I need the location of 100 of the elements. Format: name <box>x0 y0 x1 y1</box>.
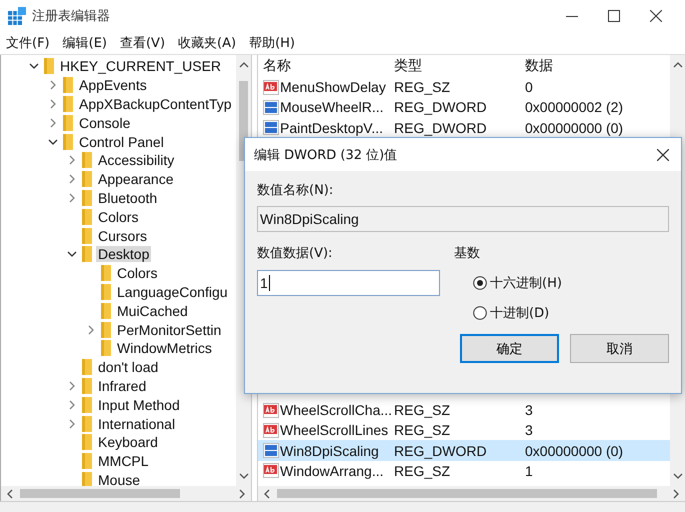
scroll-up-icon[interactable] <box>672 61 682 69</box>
folder-icon <box>101 284 111 300</box>
folder-icon <box>101 322 111 338</box>
cancel-button[interactable]: 取消 <box>570 334 669 363</box>
tree-item[interactable]: Input Method <box>96 396 182 413</box>
value-name[interactable]: WheelScrollLines <box>280 422 388 438</box>
tree-item[interactable]: International <box>96 416 178 432</box>
scroll-up-icon[interactable] <box>238 61 248 69</box>
tree-item[interactable]: Cursors <box>96 228 150 244</box>
scrollbar-thumb[interactable] <box>277 489 657 498</box>
close-icon[interactable] <box>657 148 669 160</box>
string-value-icon <box>263 422 279 438</box>
folder-icon <box>82 246 92 262</box>
tree-item[interactable]: don't load <box>96 359 160 376</box>
chevron-down-icon[interactable] <box>48 136 58 147</box>
tree-item[interactable]: AppXBackupContentTyp <box>77 96 234 112</box>
column-header[interactable]: 类型 <box>394 57 525 75</box>
folder-icon <box>82 359 92 376</box>
scroll-down-icon[interactable] <box>672 472 682 480</box>
tree-item[interactable]: Colors <box>96 208 140 225</box>
app-icon <box>8 7 26 25</box>
value-name[interactable]: MenuShowDelay <box>280 79 386 96</box>
ok-button[interactable]: 确定 <box>460 334 559 363</box>
radio-label[interactable]: 十六进制(H) <box>490 274 562 292</box>
chevron-right-icon[interactable] <box>67 174 77 184</box>
folder-icon <box>82 453 92 470</box>
tree-item[interactable]: Colors <box>115 265 160 282</box>
tree-item[interactable]: Infrared <box>96 378 148 394</box>
value-name[interactable]: MouseWheelR... <box>280 99 384 116</box>
field-label: 数值数据(V): <box>257 245 334 262</box>
tree-item[interactable]: MMCPL <box>96 453 151 470</box>
tree-item[interactable]: Desktop <box>96 246 152 262</box>
menu-item[interactable]: 收藏夹(A) <box>178 34 236 52</box>
tree-item[interactable]: LanguageConfigu <box>115 284 230 300</box>
radio-label[interactable]: 十进制(D) <box>490 304 550 322</box>
scroll-down-icon[interactable] <box>238 472 248 480</box>
value-name[interactable]: WindowArrang... <box>280 462 384 479</box>
folder-icon <box>44 58 54 74</box>
binary-value-icon <box>263 100 279 115</box>
tree-item[interactable]: Keyboard <box>96 434 160 450</box>
tree-item[interactable]: Console <box>77 114 132 131</box>
maximize-icon[interactable] <box>608 10 620 22</box>
tree-item[interactable]: Control Panel <box>77 134 166 150</box>
value-type: REG_DWORD <box>394 99 488 116</box>
tree-item[interactable]: WindowMetrics <box>115 340 214 356</box>
value-data: 3 <box>525 402 534 418</box>
menu-item[interactable]: 帮助(H) <box>249 34 295 52</box>
chevron-right-icon[interactable] <box>86 324 96 335</box>
chevron-right-icon[interactable] <box>67 400 77 410</box>
chevron-down-icon[interactable] <box>29 61 39 72</box>
chevron-right-icon[interactable] <box>67 380 77 391</box>
tree-item[interactable]: Appearance <box>96 171 176 188</box>
folder-icon <box>101 340 111 356</box>
close-icon[interactable] <box>650 10 662 22</box>
chevron-right-icon[interactable] <box>48 80 58 90</box>
chevron-right-icon[interactable] <box>48 118 58 128</box>
scrollbar-thumb[interactable] <box>20 489 180 498</box>
value-name[interactable]: PaintDesktopV... <box>280 120 383 136</box>
tree-item[interactable]: Mouse <box>96 472 142 486</box>
radio-button[interactable] <box>473 306 487 320</box>
window-title: 注册表编辑器 <box>32 8 110 25</box>
folder-icon <box>82 228 92 244</box>
menu-item[interactable]: 文件(F) <box>6 34 50 52</box>
tree-item[interactable]: MuiCached <box>115 302 190 319</box>
tree-item[interactable]: PerMonitorSettin <box>115 322 224 338</box>
radio-button[interactable] <box>473 276 487 290</box>
tree-item[interactable]: Accessibility <box>96 152 176 168</box>
scroll-left-icon[interactable] <box>6 488 14 498</box>
folder-icon <box>82 416 92 432</box>
column-header[interactable]: 数据 <box>525 57 670 75</box>
folder-icon <box>63 96 73 112</box>
scroll-left-icon[interactable] <box>263 488 271 498</box>
menu-item[interactable]: 查看(V) <box>120 34 166 52</box>
menu-item[interactable]: 编辑(E) <box>62 34 107 52</box>
chevron-right-icon[interactable] <box>67 418 77 429</box>
scroll-right-icon[interactable] <box>672 488 680 498</box>
folder-icon <box>82 434 92 450</box>
folder-icon <box>82 190 92 206</box>
chevron-down-icon[interactable] <box>67 249 77 260</box>
value-data: 0 <box>525 79 534 96</box>
input-field[interactable]: 1 <box>257 270 440 296</box>
chevron-right-icon[interactable] <box>67 192 77 203</box>
tree-item[interactable]: Bluetooth <box>96 190 160 206</box>
value-data: 0x00000000 (0) <box>525 120 624 136</box>
string-value-icon <box>263 402 279 418</box>
chevron-right-icon[interactable] <box>48 98 58 109</box>
value-name[interactable]: WheelScrollCha... <box>280 402 392 418</box>
value-data: 3 <box>525 422 534 438</box>
chevron-right-icon[interactable] <box>67 155 77 166</box>
value-type: REG_DWORD <box>394 120 488 136</box>
column-header[interactable]: 名称 <box>258 57 394 75</box>
name-field: Win8DpiScaling <box>257 206 669 232</box>
folder-icon <box>101 265 111 282</box>
folder-icon <box>82 171 92 188</box>
scroll-right-icon[interactable] <box>238 488 246 498</box>
tree-item[interactable]: AppEvents <box>77 77 149 94</box>
field-label: 数值名称(N): <box>257 182 334 199</box>
tree-item[interactable]: HKEY_CURRENT_USER <box>58 58 224 74</box>
value-name[interactable]: Win8DpiScaling <box>280 442 379 459</box>
folder-icon <box>101 302 111 319</box>
